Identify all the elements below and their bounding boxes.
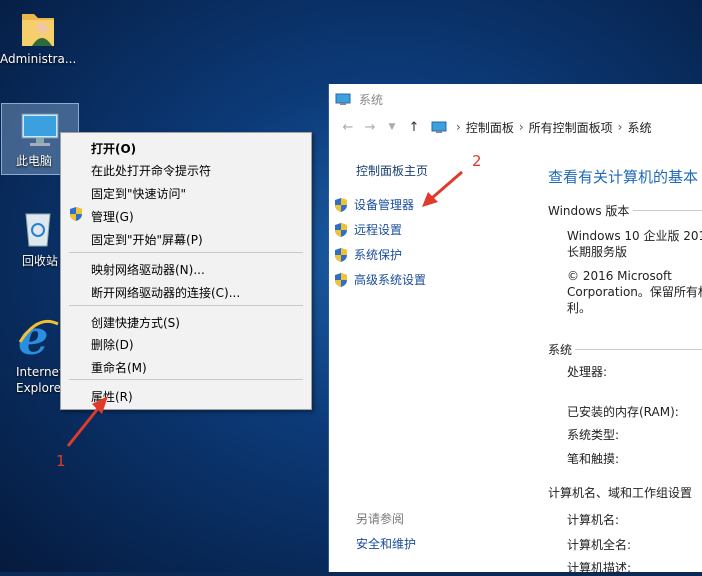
context-menu: 打开(O) 在此处打开命令提示符 固定到"快速访问" 管理(G) 固定到"开始"… [60,132,312,410]
menu-separator [69,252,303,253]
copyright-line1: © 2016 Microsoft [567,269,672,283]
remote-settings-link[interactable]: 远程设置 [334,221,402,238]
menu-item-pin-quick-access[interactable]: 固定到"快速访问" [91,185,186,202]
breadcrumb-control-panel[interactable]: 控制面板 [466,119,514,136]
shield-icon [335,247,347,262]
control-panel-home-link[interactable]: 控制面板主页 [356,162,428,179]
copyright-line2: Corporation。保留所有权 [567,285,702,299]
remote-settings-label: 远程设置 [354,223,403,237]
computer-description-label: 计算机描述: [567,561,632,575]
forward-arrow-icon[interactable]: → [359,120,381,135]
pen-touch-label: 笔和触摸: [567,452,620,466]
edition-value-line2: 长期服务版 [567,245,628,259]
dropdown-chevron-icon[interactable]: ▼ [381,122,403,132]
windows-edition-heading: Windows 版本 [548,204,630,218]
desktop-icon-label: Administra... [0,52,76,66]
title-bar: 系统 [329,84,702,114]
up-arrow-icon[interactable]: ↑ [403,120,425,135]
full-computer-name-label: 计算机全名: [567,538,632,552]
menu-item-delete[interactable]: 删除(D) [91,336,134,353]
system-protection-link[interactable]: 系统保护 [334,246,402,263]
advanced-system-settings-label: 高级系统设置 [354,273,427,287]
window-title: 系统 [359,92,384,107]
system-heading: 系统 [548,343,573,357]
navigation-bar: ← → ▼ ↑ › 控制面板 › 所有控制面板项 › 系统 [329,114,702,140]
section-divider [633,210,702,211]
computer-icon [21,113,59,146]
menu-item-create-shortcut[interactable]: 创建快捷方式(S) [91,314,180,331]
menu-item-properties[interactable]: 属性(R) [91,388,133,405]
system-icon [335,93,351,105]
shield-icon [70,207,82,221]
processor-label: 处理器: [567,365,608,379]
breadcrumb-system[interactable]: 系统 [627,119,651,136]
recycle-bin-icon [25,213,51,247]
menu-separator [69,305,303,306]
breadcrumb-all-items[interactable]: 所有控制面板项 [529,119,613,136]
menu-separator [69,379,303,380]
system-type-label: 系统类型: [567,428,620,442]
menu-item-disconnect-network-drive[interactable]: 断开网络驱动器的连接(C)... [91,284,240,301]
address-bar[interactable]: › 控制面板 › 所有控制面板项 › 系统 [431,119,651,136]
edition-value: Windows 10 企业版 2016 [567,229,702,243]
annotation-number-1: 1 [56,452,66,470]
back-arrow-icon[interactable]: ← [337,120,359,135]
internet-explorer-icon: e [18,312,59,362]
section-divider [575,349,702,350]
shield-icon [335,222,347,237]
memory-label: 已安装的内存(RAM): [567,405,679,419]
menu-item-open-cmd-here[interactable]: 在此处打开命令提示符 [91,162,211,179]
advanced-system-settings-link[interactable]: 高级系统设置 [334,271,426,288]
breadcrumb-separator-icon: › [518,120,524,134]
breadcrumb-separator-icon: › [456,120,461,134]
control-panel-icon [431,121,447,133]
left-pane: 控制面板主页 设备管理器 远程设置 系统保护 高级系统设置 另请参阅 安全和维护 [329,150,529,570]
breadcrumb-separator-icon: › [617,120,623,134]
security-maintenance-link[interactable]: 安全和维护 [356,535,416,552]
system-window: 系统 ← → ▼ ↑ › 控制面板 › 所有控制面板项 › 系统 控制面板主页 [328,84,702,575]
copyright-line3: 利。 [567,301,592,315]
computer-name-label: 计算机名: [567,513,620,527]
menu-item-pin-start[interactable]: 固定到"开始"屏幕(P) [91,231,203,248]
see-also-heading: 另请参阅 [356,512,405,526]
user-folder-icon [22,14,54,46]
menu-item-open[interactable]: 打开(O) [91,140,136,157]
page-title: 查看有关计算机的基本 [548,168,699,186]
device-manager-label: 设备管理器 [354,198,415,212]
annotation-number-2: 2 [472,152,482,170]
menu-item-manage[interactable]: 管理(G) [91,208,134,225]
menu-item-map-network-drive[interactable]: 映射网络驱动器(N)... [91,261,205,278]
menu-item-rename[interactable]: 重命名(M) [91,359,147,376]
device-manager-link[interactable]: 设备管理器 [334,196,414,213]
shield-icon [335,272,347,287]
system-protection-label: 系统保护 [354,248,403,262]
computer-name-heading: 计算机名、域和工作组设置 [548,486,693,500]
shield-icon [335,197,347,212]
main-content: 查看有关计算机的基本 Windows 版本 Windows 10 企业版 201… [547,150,702,575]
desktop-icon-administrator[interactable]: Administra... [0,6,76,66]
